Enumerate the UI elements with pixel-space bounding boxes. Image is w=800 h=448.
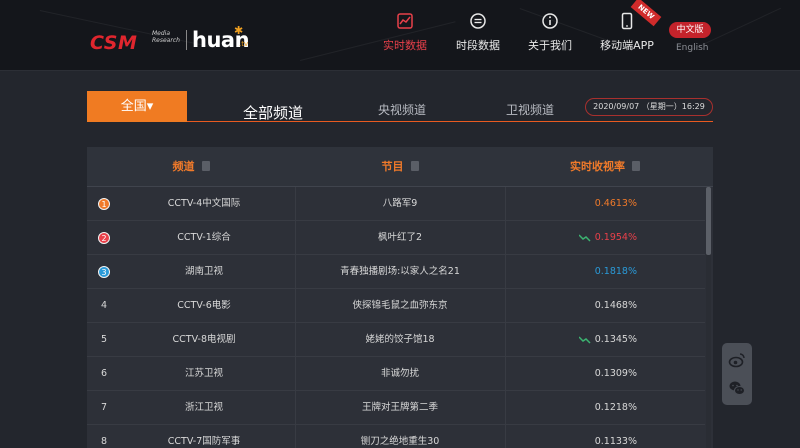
program-cell[interactable]: 青春独播剧场:以家人之名21: [295, 255, 505, 289]
channel-cell[interactable]: 湖南卫视: [113, 255, 295, 289]
chart-line-icon: [397, 13, 413, 29]
sort-icon[interactable]: [201, 161, 210, 171]
program-cell[interactable]: 枫叶红了2: [295, 221, 505, 255]
rank-number: 4: [100, 300, 108, 311]
rating-cell: 0.1309%: [505, 357, 705, 391]
nav-label: 实时数据: [383, 39, 427, 52]
rating-cell: 0.1345%: [505, 323, 705, 357]
nav-about-us[interactable]: 关于我们: [525, 12, 575, 60]
nav-period-data[interactable]: 时段数据: [453, 12, 503, 60]
sort-icon[interactable]: [632, 161, 640, 171]
table-row[interactable]: 2 CCTV-1综合 枫叶红了2 0.1954%: [87, 221, 705, 255]
trend-down-icon: [578, 233, 591, 242]
nav-label: 时段数据: [456, 39, 500, 52]
table-row[interactable]: 6 江苏卫视 非诚勿扰 0.1309%: [87, 357, 705, 391]
channel-cell[interactable]: CCTV-7国防军事: [113, 425, 295, 448]
csm-logo[interactable]: CSM: [90, 32, 137, 54]
rating-value: 0.1133%: [594, 436, 637, 447]
program-cell[interactable]: 铡刀之绝地重生30: [295, 425, 505, 448]
rating-value: 0.1468%: [594, 300, 637, 311]
column-header-label: 实时收视率: [570, 160, 625, 173]
tab-cctv-channels[interactable]: 央视频道: [378, 101, 426, 118]
huan-logo-star-icon: ✱: [234, 24, 244, 37]
nav-label: 关于我们: [528, 39, 572, 52]
weibo-icon[interactable]: [728, 351, 746, 369]
rank-cell: 2: [95, 221, 113, 255]
channel-cell[interactable]: CCTV-1综合: [113, 221, 295, 255]
rating-value: 0.1818%: [594, 266, 637, 277]
program-cell[interactable]: 王牌对王牌第二季: [295, 391, 505, 425]
trend-down-icon: [578, 335, 591, 344]
share-panel: [722, 343, 752, 405]
program-cell[interactable]: 非诚勿扰: [295, 357, 505, 391]
rank-cell: 1: [95, 187, 113, 221]
column-header-rating[interactable]: 实时收视率: [505, 147, 705, 187]
scrollbar-thumb[interactable]: [706, 187, 711, 255]
info-icon: [542, 13, 558, 29]
mobile-phone-icon: [621, 12, 633, 30]
table-row[interactable]: 3 湖南卫视 青春独播剧场:以家人之名21 0.1818%: [87, 255, 705, 289]
table-row[interactable]: 4 CCTV-6电影 侠探锦毛鼠之血弥东京 0.1468%: [87, 289, 705, 323]
column-header-label: 频道: [172, 160, 195, 173]
rank-badge: 1: [98, 197, 110, 210]
top-header: CSM Media Research huan ✱ .tv 实时数据 时段数据 …: [0, 0, 800, 71]
rank-cell: 6: [95, 357, 113, 391]
logo-divider: [186, 30, 187, 50]
channel-cell[interactable]: CCTV-8电视剧: [113, 323, 295, 357]
table-row[interactable]: 8 CCTV-7国防军事 铡刀之绝地重生30 0.1133%: [87, 425, 705, 448]
rank-number: 8: [100, 436, 108, 447]
rank-cell: 8: [95, 425, 113, 448]
tab-satellite-channels[interactable]: 卫视频道: [506, 101, 554, 118]
channel-cell[interactable]: CCTV-6电影: [113, 289, 295, 323]
rank-cell: 7: [95, 391, 113, 425]
rank-number: 5: [100, 334, 108, 345]
huan-logo-tv: .tv: [239, 40, 249, 48]
language-english-button[interactable]: English: [676, 43, 709, 53]
rating-cell: 0.1133%: [505, 425, 705, 448]
rating-cell: 0.1818%: [505, 255, 705, 289]
rating-cell: 0.1954%: [505, 221, 705, 255]
rating-cell: 0.1218%: [505, 391, 705, 425]
channel-cell[interactable]: 浙江卫视: [113, 391, 295, 425]
nav-label: 移动端APP: [600, 39, 654, 52]
ratings-table: 频道 节目 实时收视率 1 CCTV-4中文国际 八路军9 0.4613% 2 CCTV-…: [87, 147, 713, 448]
channel-cell[interactable]: CCTV-4中文国际: [113, 187, 295, 221]
rating-cell: 0.4613%: [505, 187, 705, 221]
language-chinese-button[interactable]: 中文版: [669, 22, 711, 38]
rating-value: 0.1309%: [594, 368, 637, 379]
table-row[interactable]: 1 CCTV-4中文国际 八路军9 0.4613%: [87, 187, 705, 221]
channel-cell[interactable]: 江苏卫视: [113, 357, 295, 391]
tab-all-channels[interactable]: 全部频道: [243, 102, 303, 123]
table-row[interactable]: 7 浙江卫视 王牌对王牌第二季 0.1218%: [87, 391, 705, 425]
datetime-display: 2020/09/07 （星期一）16:29: [585, 98, 713, 116]
column-header-program[interactable]: 节目: [295, 147, 505, 187]
table-header: 频道 节目 实时收视率: [87, 147, 713, 187]
rating-value: 0.1218%: [594, 402, 637, 413]
region-select-button[interactable]: 全国▾: [87, 91, 187, 122]
rank-badge: 3: [98, 265, 110, 278]
program-cell[interactable]: 八路军9: [295, 187, 505, 221]
column-header-label: 节目: [381, 160, 404, 173]
column-header-channel[interactable]: 频道: [87, 147, 295, 187]
rating-value: 0.1954%: [594, 232, 637, 243]
rank-number: 6: [100, 368, 108, 379]
rating-value: 0.4613%: [594, 198, 637, 209]
background-network-line: [300, 21, 456, 61]
program-cell[interactable]: 姥姥的饺子馆18: [295, 323, 505, 357]
rank-cell: 4: [95, 289, 113, 323]
table-row[interactable]: 5 CCTV-8电视剧 姥姥的饺子馆18 0.1345%: [87, 323, 705, 357]
rank-cell: 5: [95, 323, 113, 357]
rank-cell: 3: [95, 255, 113, 289]
rank-badge: 2: [98, 231, 110, 244]
rating-value: 0.1345%: [594, 334, 637, 345]
message-icon: [470, 13, 486, 29]
program-cell[interactable]: 侠探锦毛鼠之血弥东京: [295, 289, 505, 323]
nav-realtime-data[interactable]: 实时数据: [380, 12, 430, 60]
rating-cell: 0.1468%: [505, 289, 705, 323]
rank-number: 7: [100, 402, 108, 413]
wechat-icon[interactable]: [728, 379, 746, 397]
sort-icon[interactable]: [410, 161, 419, 171]
